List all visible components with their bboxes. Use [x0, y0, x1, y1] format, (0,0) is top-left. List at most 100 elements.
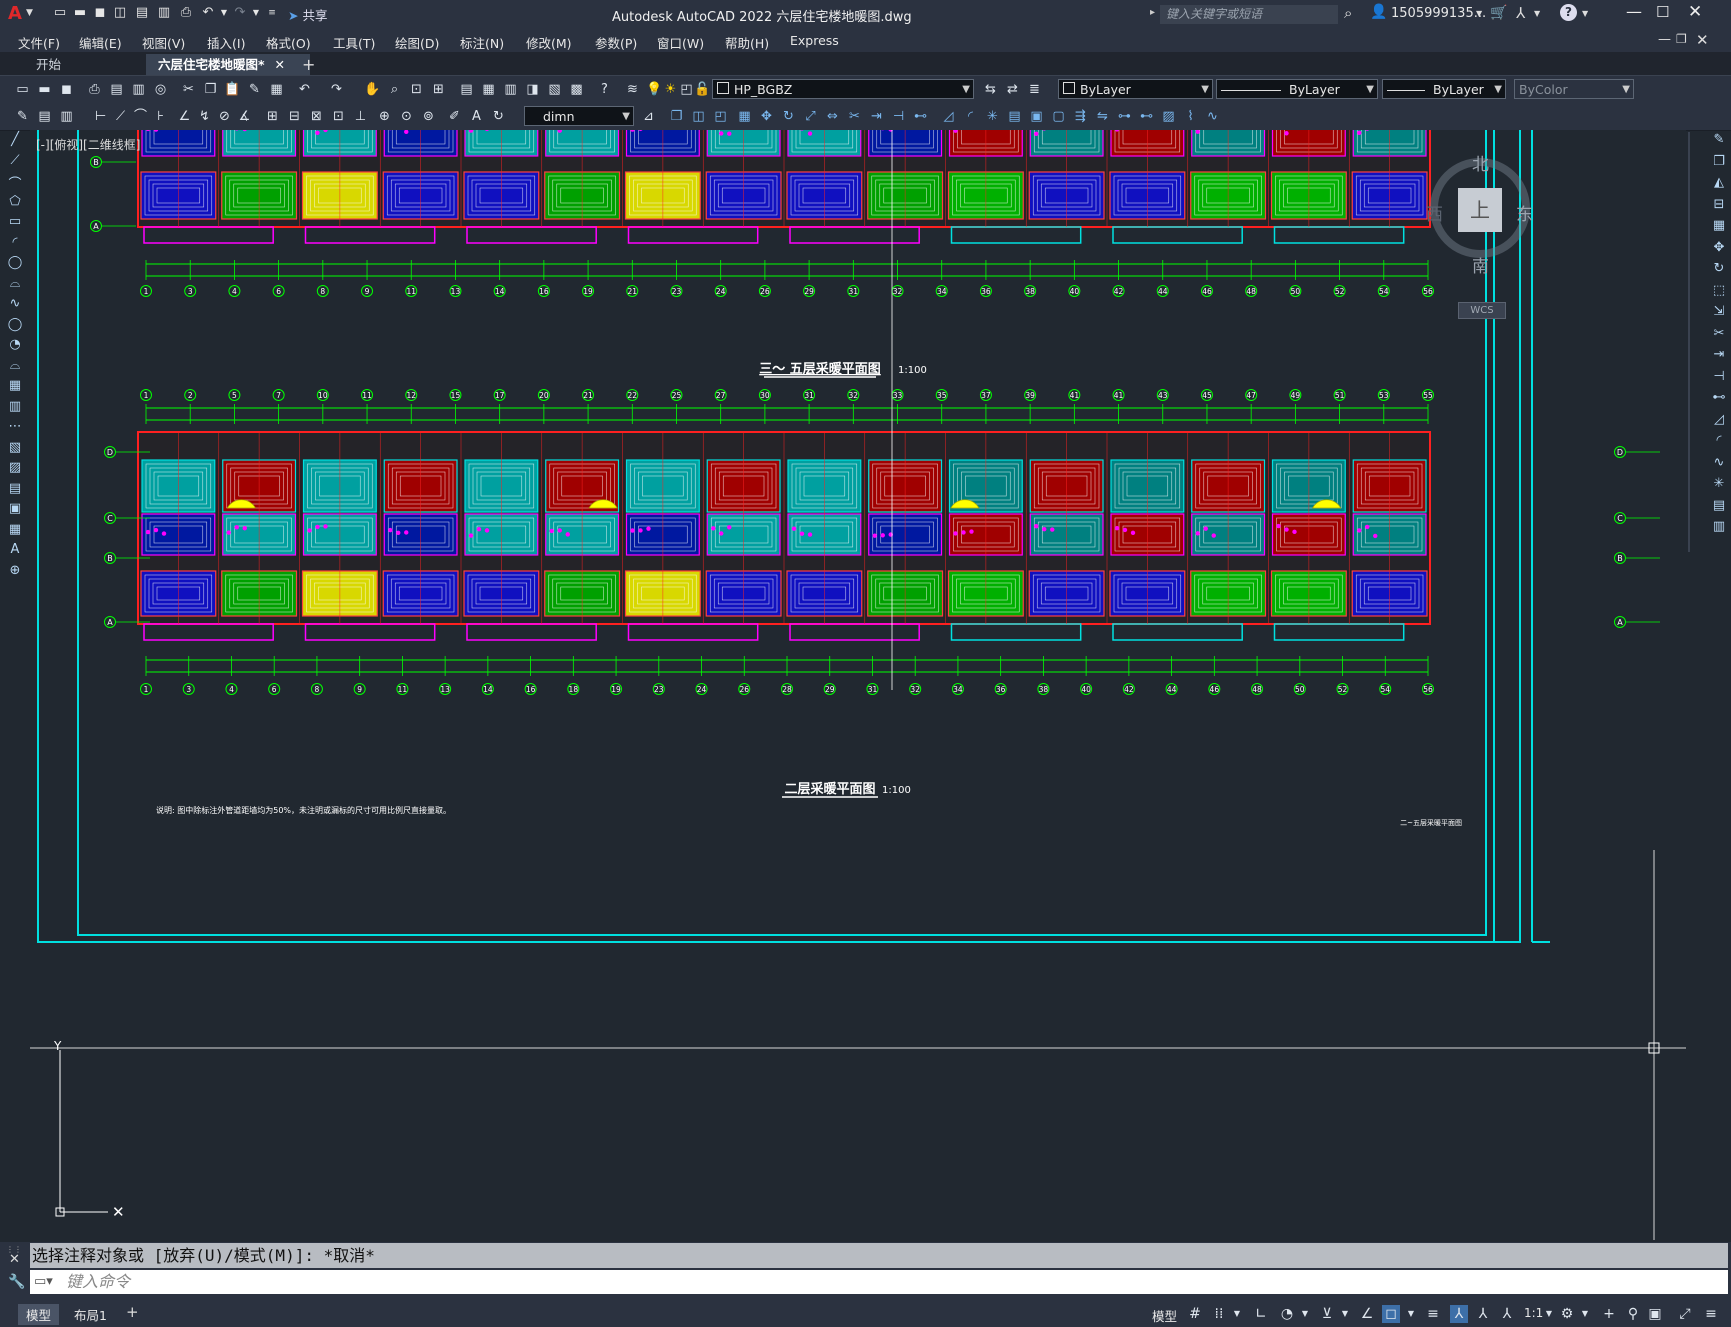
workspace-dropdown-icon[interactable]: ▼ — [1576, 1305, 1594, 1323]
calculator-icon[interactable]: ▩ — [568, 81, 585, 98]
open-icon[interactable]: ▬ — [72, 5, 88, 21]
search-input[interactable]: 键入关键字或短语 — [1160, 5, 1338, 24]
ortho-icon[interactable]: ∟ — [1252, 1305, 1270, 1323]
menu-insert[interactable]: 插入(I) — [207, 33, 245, 52]
dim-jogged-icon[interactable]: ↯ — [196, 108, 213, 125]
lineweight-icon[interactable]: ≡ — [1424, 1305, 1442, 1323]
modify-scale-icon[interactable]: ⤢ — [802, 108, 819, 125]
arc-icon[interactable]: ◜ — [6, 235, 24, 253]
modify-mirror-icon[interactable]: ◫ — [690, 108, 707, 125]
modify-extend-icon[interactable]: ⇥ — [868, 108, 885, 125]
modify-offset-icon[interactable]: ◰ — [712, 108, 729, 125]
add-selected-icon[interactable]: A — [6, 542, 24, 560]
layer-previous-icon[interactable]: ⇄ — [1004, 81, 1021, 98]
menu-format[interactable]: 格式(O) — [266, 33, 311, 52]
modify-rotate-icon[interactable]: ↻ — [1710, 261, 1728, 279]
cut-icon[interactable]: ✂ — [180, 81, 197, 98]
model-space-button[interactable]: 模型 — [1152, 1306, 1177, 1325]
modify-stretch-icon[interactable]: ⇲ — [1710, 304, 1728, 322]
autocad-logo[interactable]: A — [8, 3, 22, 24]
table-icon[interactable]: ▤ — [6, 481, 24, 499]
group-icon[interactable]: ▣ — [1028, 108, 1045, 125]
ellipse-icon[interactable]: ◯ — [6, 317, 24, 335]
modify-edit-poly-icon[interactable]: ▥ — [1710, 519, 1728, 537]
properties-icon[interactable]: ▤ — [458, 81, 475, 98]
redo-tb-icon[interactable]: ↷ — [328, 81, 345, 98]
cart-icon[interactable]: 🛒 — [1490, 5, 1507, 21]
viewcube-south[interactable]: 南 — [1472, 252, 1489, 277]
modify-fillet-icon[interactable]: ◜ — [1710, 433, 1728, 451]
modify-break-at-point-icon[interactable]: ⊣ — [1710, 369, 1728, 387]
modify-join-icon[interactable]: ⊷ — [1710, 390, 1728, 408]
snap-icon[interactable]: ⁞⁞ — [1210, 1305, 1228, 1323]
scale-dropdown-icon[interactable]: ▼ — [1540, 1305, 1558, 1323]
copy-icon[interactable]: ❐ — [202, 81, 219, 98]
match-properties-icon[interactable]: ✎ — [246, 81, 263, 98]
modify-trim-icon[interactable]: ✂ — [1710, 326, 1728, 344]
menu-view[interactable]: 视图(V) — [142, 33, 185, 52]
osnap-icon[interactable]: ◻ — [1382, 1305, 1400, 1323]
3d-print-icon[interactable]: ◎ — [152, 81, 169, 98]
web-save-icon[interactable]: ▥ — [156, 5, 172, 21]
snap-dropdown-icon[interactable]: ▼ — [1228, 1305, 1246, 1323]
share-button[interactable]: ➤ 共享 — [288, 5, 327, 24]
cmd-prompt-icon[interactable]: ▭▾ — [34, 1270, 53, 1294]
menu-window[interactable]: 窗口(W) — [657, 33, 704, 52]
dim-arc-icon[interactable]: ⌒ — [132, 108, 149, 125]
menu-modify[interactable]: 修改(M) — [526, 33, 572, 52]
save-file-icon[interactable]: ◼ — [58, 81, 75, 98]
viewcube[interactable]: 上 北 南 东 西 — [1420, 144, 1544, 277]
isodraft-icon[interactable]: ⊻ — [1318, 1305, 1336, 1323]
dim-diameter-icon[interactable]: ⊘ — [216, 108, 233, 125]
menu-parametric[interactable]: 参数(P) — [595, 33, 637, 52]
modify-lengthen-icon[interactable]: ▤ — [1710, 498, 1728, 516]
markup-icon[interactable]: ▧ — [546, 81, 563, 98]
undo-icon[interactable]: ↶ — [200, 5, 216, 21]
doc-minimize-icon[interactable]: — — [1658, 32, 1671, 47]
draw-order-icon[interactable]: ▤ — [1006, 108, 1023, 125]
dim-linear-icon[interactable]: ⊢ — [92, 108, 109, 125]
zoom-realtime-icon[interactable]: ⌕ — [386, 81, 403, 98]
dim-break-icon[interactable]: ⊥ — [352, 108, 369, 125]
modify-stretch-icon[interactable]: ⇔ — [824, 108, 841, 125]
construction-line-icon[interactable]: ⟋ — [6, 153, 24, 171]
tab-close-icon[interactable]: ✕ — [275, 57, 285, 72]
autodesk-app-icon[interactable]: ⅄ — [1516, 4, 1525, 22]
dim-radius-icon[interactable]: ∠ — [176, 108, 193, 125]
modify-chamfer-icon[interactable]: ◿ — [940, 108, 957, 125]
ellipse-arc-icon[interactable]: ◔ — [6, 337, 24, 355]
polar-dropdown-icon[interactable]: ▼ — [1296, 1305, 1314, 1323]
tool-palettes-icon[interactable]: ▥ — [502, 81, 519, 98]
grid-icon[interactable]: # — [1186, 1305, 1204, 1323]
modify-scale-icon[interactable]: ⬚ — [1710, 283, 1728, 301]
workspace-gear-icon[interactable]: ⚙ — [1558, 1305, 1576, 1323]
isolate-icon[interactable]: ⚲ — [1624, 1305, 1642, 1323]
modify-move-icon[interactable]: ✥ — [758, 108, 775, 125]
ungroup-icon[interactable]: ▢ — [1050, 108, 1067, 125]
modify-array-icon[interactable]: ▦ — [736, 108, 753, 125]
auto-scale-icon[interactable]: ⅄ — [1474, 1305, 1492, 1323]
layer-states-icon[interactable]: ≣ — [1026, 81, 1043, 98]
spline-icon[interactable]: ∿ — [6, 296, 24, 314]
gradient-icon[interactable]: ▧ — [6, 440, 24, 458]
modify-join-icon[interactable]: ⊷ — [912, 108, 929, 125]
sheet-set-icon[interactable]: ◨ — [524, 81, 541, 98]
modify-extend-icon[interactable]: ⇥ — [1710, 347, 1728, 365]
line-icon[interactable]: ╱ — [6, 132, 24, 150]
inspect-icon[interactable]: ⊚ — [420, 108, 437, 125]
hatch-icon[interactable]: ⋯ — [6, 419, 24, 437]
minimize-icon[interactable]: — — [1626, 2, 1642, 21]
maximize-icon[interactable]: ☐ — [1656, 3, 1669, 21]
help-tb-icon[interactable]: ? — [596, 81, 613, 98]
annotation-visibility-icon[interactable]: ⅄ — [1450, 1305, 1468, 1323]
qnew-icon[interactable]: ▭ — [14, 81, 31, 98]
viewcube-west[interactable]: 西 — [1426, 200, 1443, 225]
rectangle-icon[interactable]: ▭ — [6, 214, 24, 232]
dim-continue-icon[interactable]: ⊠ — [308, 108, 325, 125]
modify-erase-icon[interactable]: ✎ — [1710, 132, 1728, 150]
quick-dim-icon[interactable]: ⊞ — [264, 108, 281, 125]
zoom-window-icon[interactable]: ⊡ — [408, 81, 425, 98]
region-icon[interactable]: ▨ — [6, 460, 24, 478]
design-center-icon[interactable]: ▦ — [480, 81, 497, 98]
attach-icon[interactable]: ⊕ — [6, 563, 24, 581]
